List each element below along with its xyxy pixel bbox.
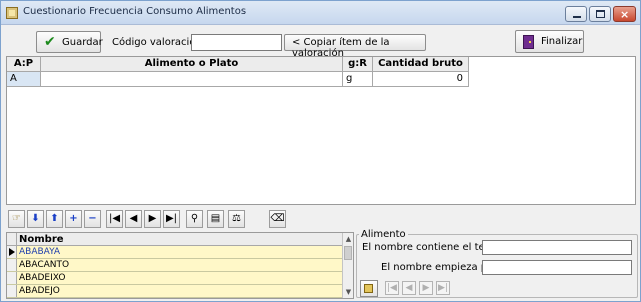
list-item[interactable]: ABADEIXO: [7, 272, 342, 285]
pointer-icon[interactable]: ☞: [8, 210, 25, 228]
close-button[interactable]: ×: [613, 6, 636, 22]
search-last-icon[interactable]: ▶|: [436, 281, 450, 295]
list-item[interactable]: ABABAYA: [7, 246, 342, 259]
list-item-label: ABADEIXO: [19, 273, 66, 283]
next-record-icon[interactable]: ▶: [144, 210, 161, 228]
title-bar[interactable]: Cuestionario Frecuencia Consumo Alimento…: [1, 1, 640, 25]
main-window: Cuestionario Frecuencia Consumo Alimento…: [0, 0, 641, 302]
arrow-down-icon[interactable]: ⬇: [27, 210, 44, 228]
contains-input[interactable]: [482, 240, 632, 255]
column-header-quantity[interactable]: Cantidad bruto: [373, 57, 469, 72]
list-item-label: ABACANTO: [19, 260, 70, 270]
clipboard-icon[interactable]: ▤: [207, 210, 224, 228]
food-list[interactable]: Nombre ABABAYA ABACANTO ABADEIXO ABADEJO…: [6, 232, 354, 299]
cell-quantity[interactable]: 0: [373, 72, 469, 87]
list-header: Nombre: [7, 233, 342, 246]
checkmark-icon: ✔: [44, 34, 56, 50]
exit-door-icon: [523, 35, 534, 49]
cell-gr[interactable]: g: [343, 72, 373, 87]
starts-with-label: El nombre empieza por: [381, 262, 498, 273]
scroll-up-icon[interactable]: ▲: [344, 234, 353, 244]
list-scrollbar[interactable]: ▲ ▼: [342, 233, 353, 298]
save-button-label: Guardar: [62, 37, 103, 48]
scale-icon[interactable]: ⚖: [228, 210, 245, 228]
finish-button[interactable]: Finalizar: [515, 30, 584, 53]
row-indicator: [7, 285, 17, 297]
list-item-label: ABABAYA: [19, 247, 61, 257]
finish-button-label: Finalizar: [541, 36, 583, 47]
search-next-icon[interactable]: ▶: [419, 281, 433, 295]
scroll-down-icon[interactable]: ▼: [344, 287, 353, 297]
scroll-thumb[interactable]: [344, 246, 352, 260]
pointer-icon: [364, 284, 373, 293]
minimize-button[interactable]: [565, 6, 587, 22]
trash-icon[interactable]: ⌫: [269, 210, 286, 228]
maximize-button[interactable]: [589, 6, 611, 22]
list-item-label: ABADEJO: [19, 286, 60, 296]
app-icon: [6, 7, 18, 19]
code-input[interactable]: [191, 34, 282, 51]
close-icon: ×: [620, 8, 630, 21]
starts-with-input[interactable]: [482, 260, 632, 275]
copy-item-button[interactable]: < Copiar ítem de la valoración: [284, 34, 426, 59]
row-indicator-header: [7, 233, 17, 246]
search-prev-icon[interactable]: ◀: [402, 281, 416, 295]
navigator-bar: ☞ ⬇ ⬆ + − |◀ ◀ ▶ ▶| ⚲ ▤ ⚖ ⌫: [6, 210, 636, 230]
binoculars-icon[interactable]: ⚲: [186, 210, 203, 228]
first-record-icon[interactable]: |◀: [106, 210, 123, 228]
contains-label: El nombre contiene el texto: [362, 242, 501, 253]
last-record-icon[interactable]: ▶|: [163, 210, 180, 228]
column-header-food[interactable]: Alimento o Plato: [41, 57, 343, 72]
plus-icon[interactable]: +: [65, 210, 82, 228]
minus-icon[interactable]: −: [84, 210, 101, 228]
search-group-title: Alimento: [359, 229, 408, 240]
window-title: Cuestionario Frecuencia Consumo Alimento…: [23, 6, 247, 17]
column-header-ap[interactable]: A:P: [7, 57, 41, 72]
save-button[interactable]: ✔ Guardar: [36, 31, 103, 53]
row-pointer-icon: [7, 246, 17, 258]
arrow-up-icon[interactable]: ⬆: [46, 210, 63, 228]
food-grid[interactable]: A:P Alimento o Plato g:R Cantidad bruto …: [6, 56, 636, 205]
list-header-name[interactable]: Nombre: [19, 233, 64, 246]
row-indicator: [7, 272, 17, 284]
maximize-icon: [596, 10, 605, 18]
code-label: Código valoración: [112, 37, 202, 48]
list-item[interactable]: ABADEJO: [7, 285, 342, 298]
row-indicator: [7, 259, 17, 271]
prev-record-icon[interactable]: ◀: [125, 210, 142, 228]
list-item[interactable]: ABACANTO: [7, 259, 342, 272]
column-header-gr[interactable]: g:R: [343, 57, 373, 72]
search-go-button[interactable]: [360, 280, 378, 297]
cell-food[interactable]: [41, 72, 343, 87]
search-first-icon[interactable]: |◀: [385, 281, 399, 295]
minimize-icon: [573, 16, 581, 18]
cell-ap[interactable]: A: [7, 72, 41, 87]
